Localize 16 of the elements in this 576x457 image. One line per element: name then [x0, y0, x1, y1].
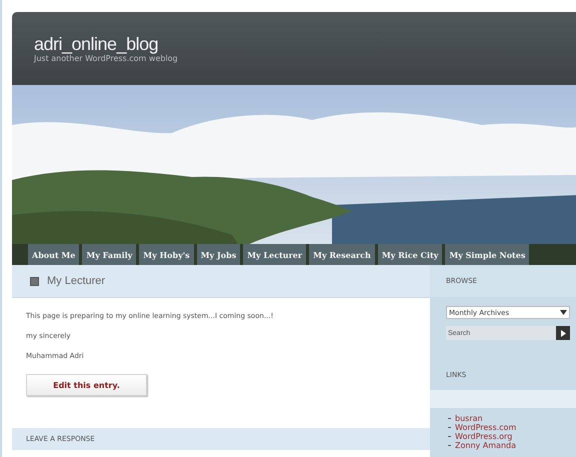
nav-tab[interactable]: About Me: [28, 244, 80, 265]
nav-tab[interactable]: My Research: [309, 244, 375, 265]
post-title: My Lecturer: [47, 275, 106, 287]
blog-title[interactable]: adri_online_blog: [34, 34, 158, 54]
nav-tab[interactable]: My Hoby's: [139, 244, 194, 265]
nav-tab[interactable]: My Rice City: [378, 244, 442, 265]
sidebar-link[interactable]: WordPress.org: [455, 432, 512, 441]
sidebar-link[interactable]: busran: [455, 414, 483, 423]
nav-tab[interactable]: My Simple Notes: [445, 244, 530, 265]
nav-tab[interactable]: My Lecturer: [243, 244, 306, 265]
edit-entry-button[interactable]: Edit this entry.: [26, 374, 147, 396]
sidebar-link[interactable]: Zonny Amanda: [455, 441, 516, 450]
sidebar-link[interactable]: WordPress.com: [455, 423, 516, 432]
nav-tab[interactable]: My Jobs: [196, 244, 240, 265]
nav-tab[interactable]: My Family: [82, 244, 136, 265]
blog-tagline: Just another WordPress.com weblog: [34, 54, 178, 64]
